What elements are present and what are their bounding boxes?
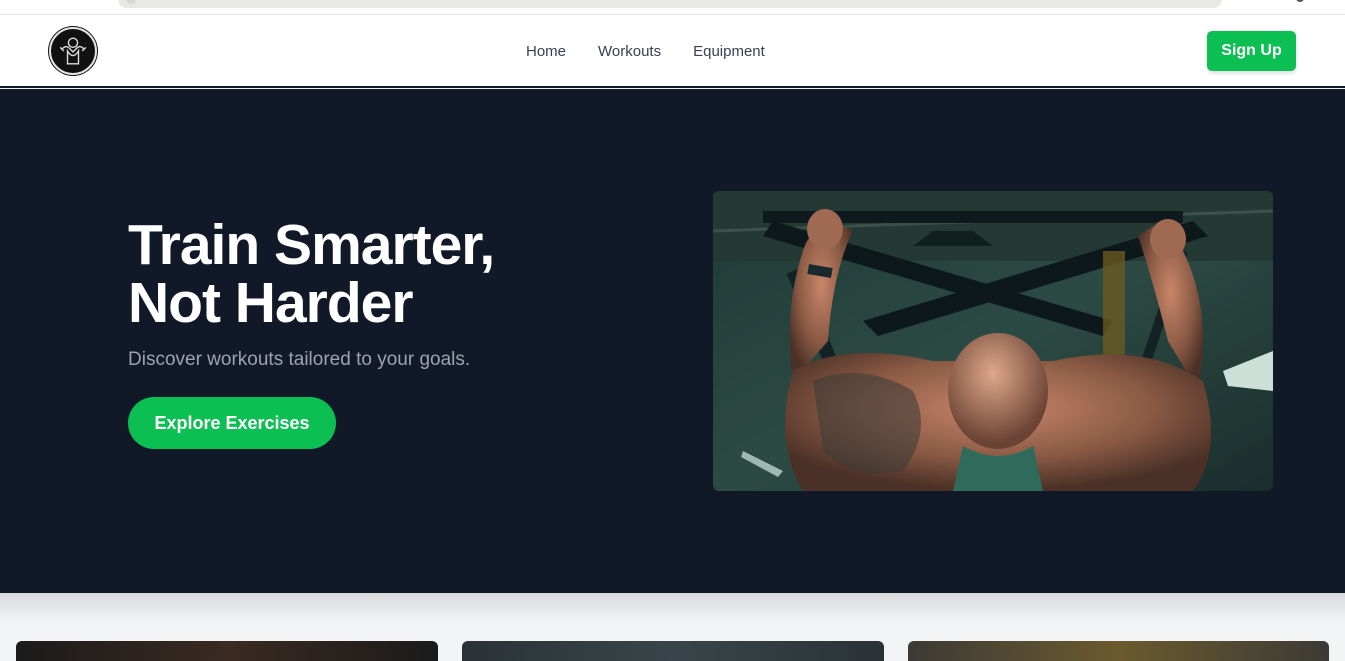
nav-link-home[interactable]: Home (526, 42, 566, 62)
signup-button[interactable]: Sign Up (1207, 31, 1296, 71)
exercise-card[interactable] (16, 641, 438, 661)
hero-subtitle: Discover workouts tailored to your goals… (128, 349, 471, 370)
exercise-card[interactable] (908, 641, 1329, 661)
explore-exercises-button[interactable]: Explore Exercises (128, 397, 336, 449)
section-shadow (0, 593, 1345, 623)
browser-address-strip (0, 0, 1345, 15)
exercise-card[interactable] (462, 641, 884, 661)
nav-links: Home Workouts Equipment (526, 42, 797, 62)
logo-icon[interactable] (49, 27, 97, 75)
hero-title-line-1: Train Smarter, (128, 213, 495, 277)
nav-link-workouts[interactable]: Workouts (598, 42, 661, 62)
navbar: Home Workouts Equipment Sign Up (0, 15, 1345, 88)
hero-title-line-2: Not Harder (128, 271, 414, 335)
hero-section: Train Smarter, Not Harder Discover worko… (0, 89, 1345, 593)
nav-link-equipment[interactable]: Equipment (693, 42, 765, 62)
profile-icon[interactable] (1296, 0, 1304, 2)
hero-image (713, 191, 1273, 491)
hero-title: Train Smarter, Not Harder (128, 216, 648, 332)
address-bar[interactable] (118, 0, 1222, 8)
